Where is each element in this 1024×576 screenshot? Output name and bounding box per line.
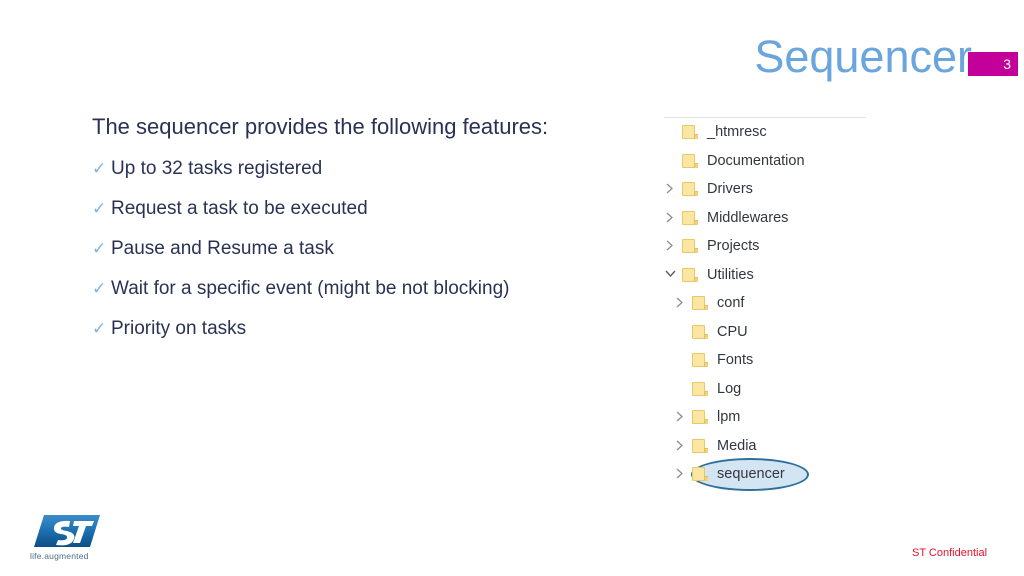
- check-icon: ✓: [92, 159, 107, 178]
- lead-text: The sequencer provides the following fea…: [92, 114, 549, 139]
- folder-icon: [682, 267, 698, 282]
- chevron-right-icon[interactable]: [660, 178, 682, 200]
- folder-icon: [682, 125, 698, 140]
- folder-icon: [692, 438, 708, 453]
- chevron-right-icon[interactable]: [670, 406, 692, 428]
- tree-item-label: sequencer: [717, 466, 785, 483]
- confidential-notice: ST Confidential: [912, 547, 988, 559]
- feature-bullet: ✓ Up to 32 tasks registered: [92, 155, 652, 195]
- check-icon: ✓: [92, 319, 107, 338]
- folder-icon: [682, 210, 698, 225]
- feature-bullet-label: Pause and Resume a task: [111, 238, 334, 259]
- tree-item[interactable]: Log: [660, 375, 870, 404]
- tree-item-label: Projects: [707, 238, 760, 255]
- feature-bullet-label: Wait for a specific event (might be not …: [111, 278, 510, 299]
- tree-item-label: Media: [717, 437, 757, 454]
- page-title: Sequencer: [754, 31, 972, 82]
- check-icon: ✓: [92, 199, 107, 218]
- folder-icon: [692, 467, 708, 482]
- tree-item-label: _htmresc: [707, 124, 767, 141]
- folder-icon: [692, 381, 708, 396]
- page-number-badge: 3: [968, 52, 1018, 76]
- feature-bullet-label: Up to 32 tasks registered: [111, 158, 323, 179]
- chevron-right-icon[interactable]: [670, 435, 692, 457]
- chevron-right-icon[interactable]: [670, 292, 692, 314]
- st-tagline: life.augmented: [30, 551, 89, 561]
- folder-icon: [682, 182, 698, 197]
- feature-bullet: ✓ Wait for a specific event (might be not…: [92, 275, 652, 315]
- check-icon: ✓: [92, 239, 107, 258]
- tree-item[interactable]: Middlewares: [660, 204, 870, 233]
- tree-item-label: conf: [717, 295, 745, 312]
- tree-item[interactable]: Fonts: [660, 346, 870, 375]
- tree-item-label: Fonts: [717, 352, 754, 369]
- feature-bullet: ✓ Pause and Resume a task: [92, 235, 652, 275]
- feature-bullet: ✓ Priority on tasks: [92, 315, 652, 355]
- chevron-right-icon[interactable]: [660, 207, 682, 229]
- tree-item-label: Log: [717, 380, 742, 397]
- folder-icon: [692, 296, 708, 311]
- feature-bullet: ✓ Request a task to be executed: [92, 195, 652, 235]
- tree-item-label: Utilities: [707, 266, 754, 283]
- folder-icon: [682, 153, 698, 168]
- page-number-label: 3: [1003, 56, 1011, 72]
- tree-item-label: Documentation: [707, 152, 805, 169]
- chevron-down-icon[interactable]: [660, 264, 682, 286]
- folder-icon: [692, 324, 708, 339]
- tree-item-label: lpm: [717, 409, 741, 426]
- folder-icon: [682, 239, 698, 254]
- feature-bullet-label: Request a task to be executed: [111, 198, 368, 219]
- tree-item[interactable]: lpm: [660, 403, 870, 432]
- tree-item[interactable]: Drivers: [660, 175, 870, 204]
- folder-icon: [692, 410, 708, 425]
- tree-item[interactable]: Documentation: [660, 147, 870, 176]
- chevron-right-icon[interactable]: [670, 463, 692, 485]
- tree-item-label: CPU: [717, 323, 748, 340]
- chevron-right-icon[interactable]: [660, 235, 682, 257]
- tree-item[interactable]: _htmresc: [660, 118, 870, 147]
- feature-bullet-label: Priority on tasks: [111, 318, 247, 339]
- tree-item[interactable]: Projects: [660, 232, 870, 261]
- tree-item-label: Middlewares: [707, 209, 789, 226]
- file-tree: _htmresc Documentation Drivers Middlewares P…: [660, 118, 870, 489]
- check-icon: ✓: [92, 279, 107, 298]
- tree-item[interactable]: CPU: [660, 318, 870, 347]
- tree-item[interactable]: Media: [660, 432, 870, 461]
- feature-list: ✓ Up to 32 tasks registered ✓ Request a tas…: [92, 155, 652, 355]
- tree-item[interactable]: Utilities: [660, 261, 870, 290]
- folder-icon: [692, 353, 708, 368]
- tree-item-label: Drivers: [707, 181, 753, 198]
- tree-item[interactable]: conf: [660, 289, 870, 318]
